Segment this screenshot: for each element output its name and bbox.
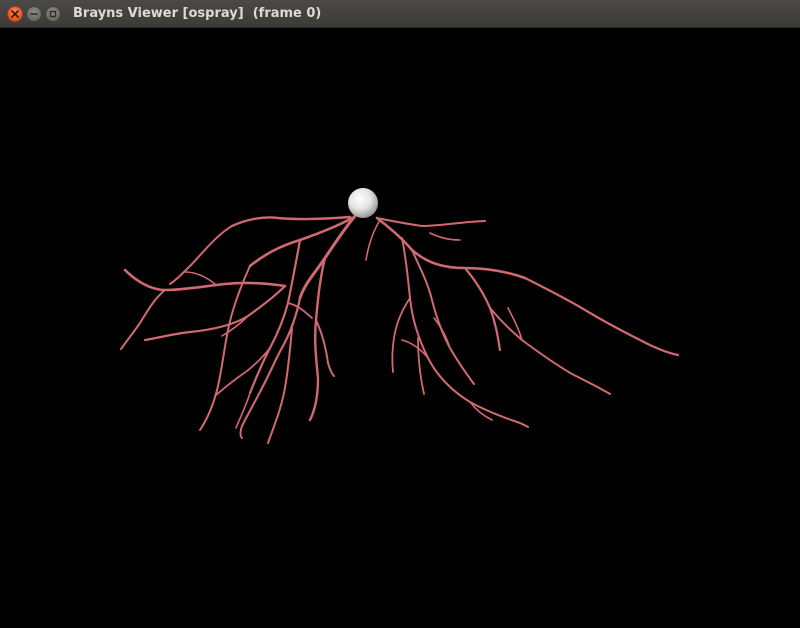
neuron-render — [120, 188, 680, 444]
minimize-icon — [30, 13, 38, 15]
window-controls — [7, 6, 61, 22]
title-bar[interactable]: Brayns Viewer [ospray] (frame 0) — [0, 0, 800, 28]
brayns-viewer-window: Brayns Viewer [ospray] (frame 0) — [0, 0, 800, 628]
close-icon — [11, 10, 19, 18]
maximize-icon — [49, 10, 57, 18]
maximize-button[interactable] — [45, 6, 61, 22]
minimize-button[interactable] — [26, 6, 42, 22]
dendrites — [120, 214, 680, 444]
close-button[interactable] — [7, 6, 23, 22]
window-title: Brayns Viewer [ospray] (frame 0) — [73, 6, 322, 21]
render-viewport[interactable] — [0, 28, 800, 628]
soma-sphere — [348, 188, 378, 218]
